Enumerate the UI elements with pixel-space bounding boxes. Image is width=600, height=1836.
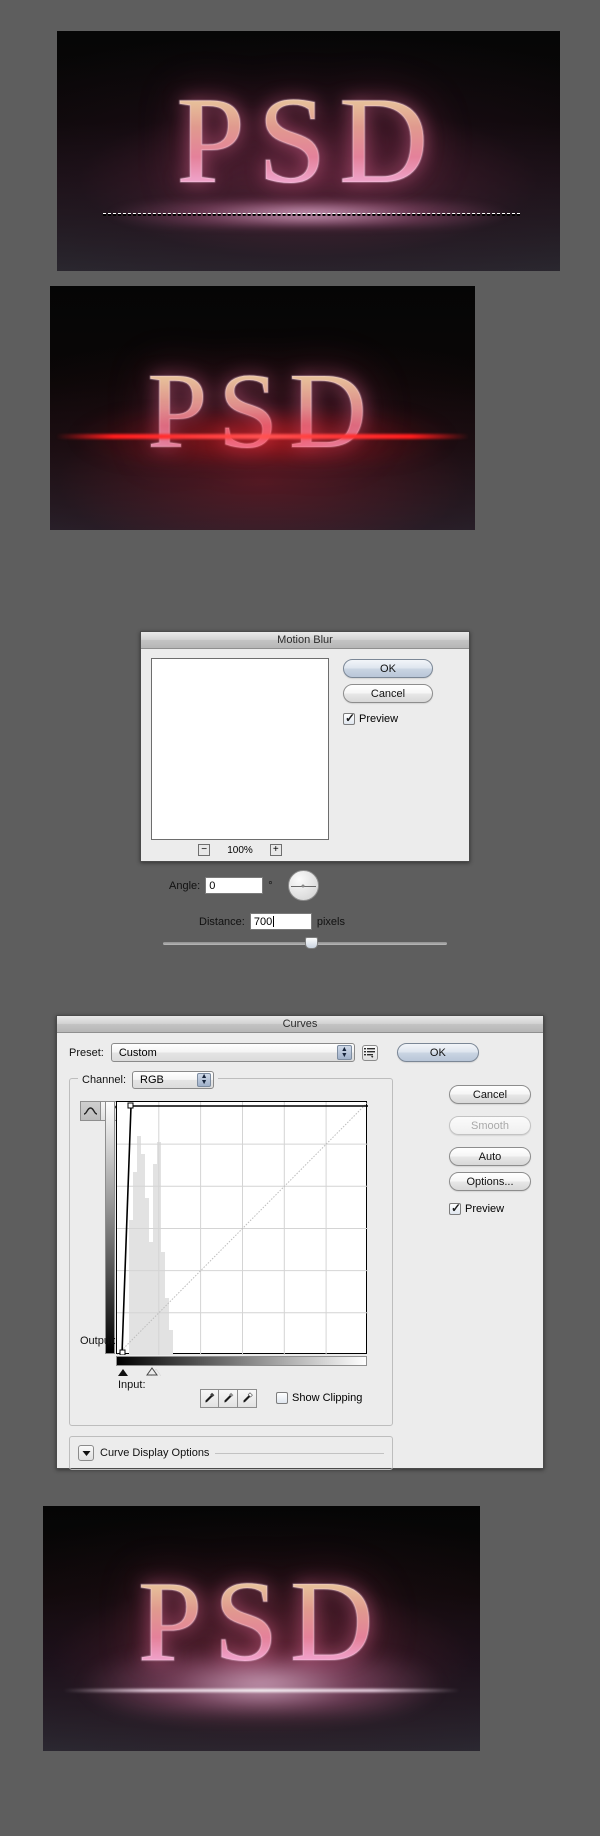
curve-grid [117,1102,368,1355]
preset-chevron-icon[interactable]: ▲ ▼ [336,1045,352,1060]
angle-dial[interactable] [287,870,319,901]
distance-slider[interactable] [163,937,447,949]
output-gradient-ramp [105,1101,115,1354]
motion-blur-title: Motion Blur [277,634,333,646]
eyedropper-buttons [200,1389,257,1408]
motion-blur-body: − 100% + OK Cancel Preview Angle: 0 ° [141,649,469,958]
channel-legend: Channel: RGB ▲ ▼ [78,1071,219,1089]
distance-unit-label: pixels [316,915,345,928]
curves-options-button[interactable]: Options... [449,1172,531,1191]
curves-body: Preset: Custom ▲ ▼ OK Cancel Smooth Auto… [57,1033,543,1480]
show-clipping-checkbox[interactable] [276,1392,288,1404]
curve-pencil-icon[interactable] [80,1101,101,1121]
panel1-psd-text: PSD PSD [57,72,560,209]
motion-blur-zoom-controls: − 100% + [151,844,329,856]
disclosure-triangle-icon[interactable] [78,1445,94,1461]
panel1-psd-outline: PSD [176,72,441,209]
curve-control-point-bottom [119,1349,126,1355]
panel1-selection-marquee-shadow [103,214,520,215]
curves-dialog[interactable]: Curves Preset: Custom ▲ ▼ OK Cancel Smoo… [56,1015,544,1470]
distance-input[interactable]: 700 [249,913,312,930]
angle-input[interactable]: 0 [205,877,264,894]
preset-value: Custom [118,1046,157,1059]
motion-blur-preview-label: Preview [359,713,399,725]
curves-title: Curves [282,1018,318,1030]
curves-preview-label: Preview [465,1203,505,1215]
show-clipping-row[interactable]: Show Clipping [276,1392,362,1404]
motion-blur-preview[interactable] [151,658,329,840]
zoom-in-button[interactable]: + [269,844,282,856]
curves-preview-checkbox[interactable] [449,1201,461,1215]
channel-value: RGB [140,1074,164,1086]
distance-slider-thumb[interactable] [305,937,318,949]
motion-blur-distance-row: Distance: 700 pixels [151,913,459,930]
channel-label: Channel: [82,1074,127,1086]
curve-graph[interactable] [116,1101,368,1355]
distance-input-value: 700 [253,915,273,928]
preset-select[interactable]: Custom ▲ ▼ [110,1043,355,1062]
motion-blur-cancel-button[interactable]: Cancel [343,684,433,703]
curves-buttons-column: OK [396,1043,479,1062]
input-black-point-marker[interactable] [118,1369,128,1376]
curve-control-point-top [127,1102,134,1109]
eyedropper-black-icon[interactable] [200,1389,219,1408]
motion-blur-titlebar: Motion Blur [141,632,469,649]
input-gradient-ramp [116,1356,367,1366]
zoom-out-button[interactable]: − [198,844,211,856]
distance-label: Distance: [199,915,245,928]
output-label: Output: [80,1335,117,1347]
panel2-red-streak-core [56,434,469,439]
curve-graph-area [105,1101,368,1376]
curves-channel-group: Channel: RGB ▲ ▼ Output: Input: Show Cli… [69,1071,393,1426]
curves-auto-button[interactable]: Auto [449,1147,531,1166]
angle-dial-hub [301,884,305,887]
angle-degree-symbol: ° [268,879,273,892]
curves-preview-checkbox-row[interactable]: Preview [449,1201,531,1215]
preset-menu-icon[interactable] [361,1044,378,1061]
artwork-panel-step-1: PSD PSD [57,31,560,271]
show-clipping-label: Show Clipping [292,1392,363,1404]
curves-cancel-button[interactable]: Cancel [449,1085,531,1104]
curve-display-options-label: Curve Display Options [100,1447,210,1459]
curves-preset-row: Preset: Custom ▲ ▼ OK [69,1043,531,1062]
curves-smooth-button: Smooth [449,1116,531,1135]
curves-titlebar: Curves [57,1016,543,1033]
curve-display-options-rule [215,1452,384,1454]
zoom-level-label: 100% [227,844,253,856]
motion-blur-preview-checkbox[interactable] [343,711,355,725]
curves-ok-button[interactable]: OK [396,1043,479,1062]
channel-select[interactable]: RGB ▲ ▼ [132,1071,215,1089]
angle-label: Angle: [169,879,201,892]
motion-blur-dialog[interactable]: Motion Blur − 100% + OK Cancel Preview [140,631,470,949]
motion-blur-preview-column: − 100% + [151,658,329,856]
curves-right-buttons: Cancel Smooth Auto Options... Preview [449,1085,531,1215]
eyedropper-white-icon[interactable] [238,1389,257,1408]
artwork-panel-step-2: PSD PSD [50,286,475,530]
input-white-point-outline [146,1367,158,1376]
motion-blur-angle-row: Angle: 0 ° [151,870,459,901]
preset-label: Preset: [69,1046,104,1059]
motion-blur-preview-checkbox-row[interactable]: Preview [343,711,459,725]
curve-display-options-group[interactable]: Curve Display Options [69,1436,393,1470]
motion-blur-ok-button[interactable]: OK [343,659,433,678]
input-label: Input: [118,1379,146,1391]
channel-chevron-icon[interactable]: ▲ ▼ [197,1073,212,1087]
panel3-floor-glow [43,1656,480,1714]
artwork-panel-step-3: PSD PSD [43,1506,480,1751]
eyedropper-gray-icon[interactable] [219,1389,238,1408]
motion-blur-buttons-column: OK Cancel Preview [343,658,459,856]
panel3-floor-streak [63,1689,460,1692]
panel1-selection-marquee [103,213,520,214]
